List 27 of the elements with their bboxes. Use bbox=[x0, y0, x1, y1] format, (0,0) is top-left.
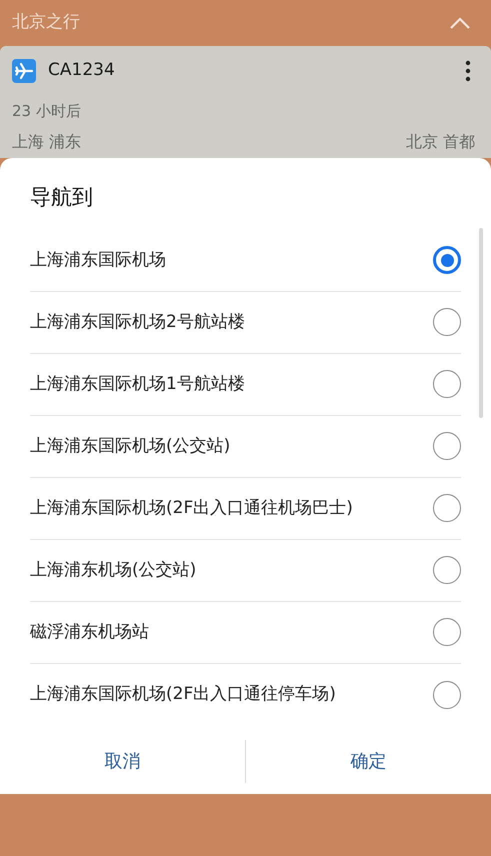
chevron-up-icon[interactable] bbox=[449, 16, 471, 30]
cancel-button[interactable]: 取消 bbox=[88, 740, 156, 783]
option-row[interactable]: 磁浮浦东机场站 bbox=[30, 602, 461, 664]
option-row[interactable]: 上海浦东国际机场(公交站) bbox=[30, 416, 461, 478]
radio-button[interactable] bbox=[433, 618, 461, 646]
option-row[interactable]: 上海浦东机场(公交站) bbox=[30, 540, 461, 602]
destination-airport: 北京 首都 bbox=[406, 131, 475, 153]
option-row[interactable]: 上海浦东国际机场1号航站楼 bbox=[30, 354, 461, 416]
confirm-button[interactable]: 确定 bbox=[334, 740, 402, 783]
more-icon[interactable] bbox=[465, 60, 471, 82]
radio-button[interactable] bbox=[433, 370, 461, 398]
option-row[interactable]: 上海浦东国际机场(2F出入口通往停车场) bbox=[30, 664, 461, 726]
radio-button[interactable] bbox=[433, 494, 461, 522]
radio-button[interactable] bbox=[433, 432, 461, 460]
radio-button[interactable] bbox=[433, 246, 461, 274]
section-title: 北京之行 bbox=[12, 11, 80, 34]
option-row[interactable]: 上海浦东国际机场2号航站楼 bbox=[30, 292, 461, 354]
radio-button[interactable] bbox=[433, 680, 461, 708]
origin-airport: 上海 浦东 bbox=[12, 131, 82, 153]
departure-time: 23 小时后 bbox=[12, 100, 82, 122]
option-row[interactable]: 上海浦东国际机场 bbox=[30, 230, 461, 292]
airplane-icon bbox=[12, 58, 36, 83]
option-row[interactable]: 上海浦东国际机场(2F出入口通往机场巴士) bbox=[30, 478, 461, 540]
radio-button[interactable] bbox=[433, 556, 461, 584]
radio-button[interactable] bbox=[433, 308, 461, 336]
dialog-title: 导航到 bbox=[30, 185, 93, 209]
flight-number: CA1234 bbox=[48, 59, 115, 82]
